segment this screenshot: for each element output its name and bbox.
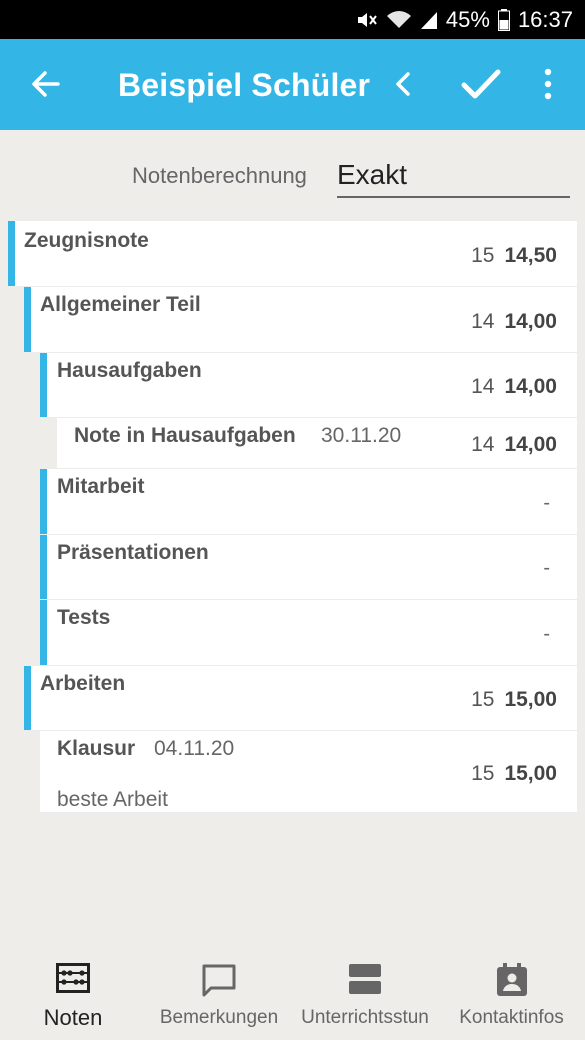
grade-name: Tests	[57, 606, 111, 629]
check-icon[interactable]	[458, 61, 504, 107]
nav-label: Unterrichtsstun	[301, 1007, 429, 1028]
level-indicator	[40, 535, 47, 599]
grade-comment: beste Arbeit	[57, 788, 168, 811]
level-indicator	[24, 287, 31, 352]
battery-percent: 45%	[445, 7, 490, 32]
grade-name: Präsentationen	[57, 541, 209, 564]
grade-values: 14 14,00	[471, 310, 557, 334]
grade-average: 14,50	[504, 244, 557, 267]
grade-empty: -	[543, 492, 550, 514]
grade-row-praesentationen[interactable]: Präsentationen -	[40, 535, 577, 600]
abacus-icon	[56, 963, 90, 998]
grade-points: 15	[471, 688, 495, 711]
grade-average: 14,00	[504, 375, 557, 398]
grade-average: 15,00	[504, 762, 557, 785]
grade-row-klausur[interactable]: Klausur 04.11.20 beste Arbeit 15 15,00	[40, 731, 577, 813]
grade-points: 14	[471, 433, 495, 456]
grade-values: 15 14,50	[471, 244, 557, 268]
level-indicator	[24, 666, 31, 730]
grade-average: 14,00	[504, 310, 557, 333]
calculation-select[interactable]: Exakt	[337, 156, 570, 198]
status-bar: 45% 16:37	[0, 0, 585, 39]
grade-points: 15	[471, 244, 495, 267]
grade-average: 15,00	[504, 688, 557, 711]
grade-row-arbeiten[interactable]: Arbeiten 15 15,00	[24, 666, 577, 731]
grade-name: Klausur	[57, 737, 136, 760]
grade-date: 04.11.20	[154, 737, 235, 760]
grade-name: Arbeiten	[40, 672, 126, 695]
bottom-navigation: Noten Bemerkungen Unterrichtsstun Kontak…	[0, 950, 585, 1040]
grade-name: Allgemeiner Teil	[40, 293, 201, 316]
grade-values: 15 15,00	[471, 762, 557, 786]
grade-name: Zeugnisnote	[24, 229, 149, 252]
level-indicator	[40, 353, 47, 417]
mute-icon	[356, 10, 378, 30]
chevron-left-icon[interactable]	[388, 64, 418, 104]
grade-values: 14 14,00	[471, 433, 557, 457]
nav-label: Noten	[43, 1005, 103, 1030]
grade-row-mitarbeit[interactable]: Mitarbeit -	[40, 469, 577, 535]
more-vert-icon[interactable]	[536, 64, 560, 104]
grade-points: 15	[471, 762, 495, 785]
signal-icon	[420, 10, 438, 30]
grade-points: 14	[471, 310, 495, 333]
grade-name: Hausaufgaben	[57, 359, 202, 382]
level-indicator	[8, 221, 15, 286]
grade-row-zeugnisnote[interactable]: Zeugnisnote 15 14,50	[8, 221, 577, 287]
level-indicator	[40, 600, 47, 665]
wifi-icon	[386, 10, 412, 30]
grade-row-note-in-hausaufgaben[interactable]: Note in Hausaufgaben 30.11.20 14 14,00	[57, 418, 577, 469]
grade-average: 14,00	[504, 433, 557, 456]
nav-item-kontaktinfos[interactable]: Kontaktinfos	[438, 950, 585, 1040]
lessons-icon	[348, 963, 382, 1000]
app-bar: Beispiel Schüler	[0, 39, 585, 130]
grade-empty: -	[543, 623, 550, 645]
calculation-label: Notenberechnung	[132, 163, 307, 188]
grade-empty: -	[543, 557, 550, 579]
grade-row-tests[interactable]: Tests -	[40, 600, 577, 666]
grade-name: Mitarbeit	[57, 475, 145, 498]
page-title: Beispiel Schüler	[118, 67, 371, 103]
grade-name: Note in Hausaufgaben	[74, 424, 296, 447]
calculation-value: Exakt	[337, 159, 408, 190]
contact-card-icon	[496, 963, 528, 1002]
nav-label: Kontaktinfos	[459, 1007, 564, 1028]
grade-values: 14 14,00	[471, 375, 557, 399]
level-indicator	[40, 469, 47, 534]
nav-item-noten[interactable]: Noten	[0, 950, 146, 1040]
clock: 16:37	[517, 7, 573, 32]
grade-values: 15 15,00	[471, 688, 557, 712]
back-arrow-icon[interactable]	[26, 64, 66, 104]
grade-date: 30.11.20	[321, 424, 402, 447]
grade-row-allgemeiner-teil[interactable]: Allgemeiner Teil 14 14,00	[24, 287, 577, 353]
grade-points: 14	[471, 375, 495, 398]
nav-label: Bemerkungen	[159, 1007, 279, 1028]
comment-icon	[201, 963, 237, 1002]
nav-item-unterrichtsstunden[interactable]: Unterrichtsstun	[292, 950, 438, 1040]
battery-icon	[497, 9, 510, 31]
nav-item-bemerkungen[interactable]: Bemerkungen	[146, 950, 292, 1040]
grade-row-hausaufgaben[interactable]: Hausaufgaben 14 14,00	[40, 353, 577, 418]
